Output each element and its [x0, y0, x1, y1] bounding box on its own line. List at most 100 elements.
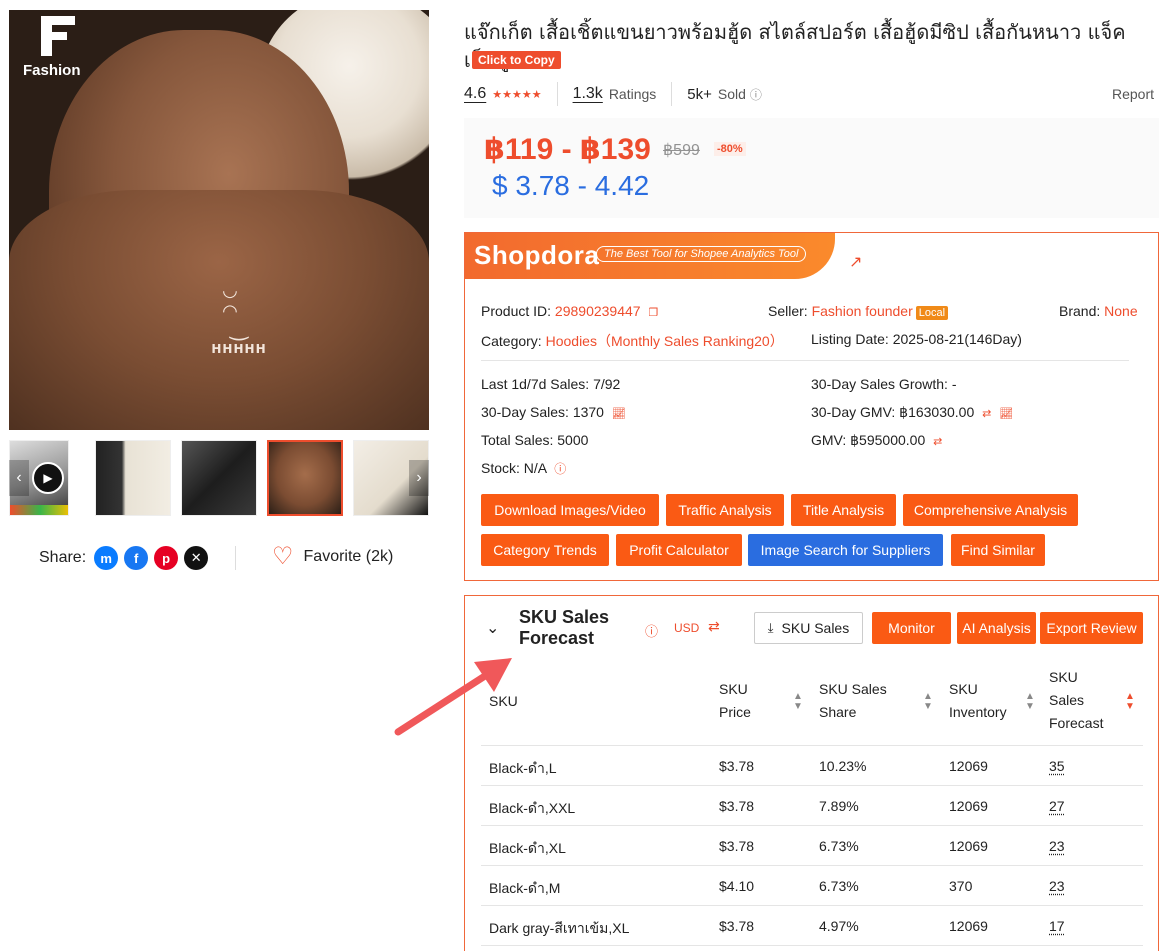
title-analysis-button[interactable]: Title Analysis — [791, 494, 896, 526]
smiley-print: ◡ ◠ ‿ HHHHH — [211, 280, 267, 356]
info-icon[interactable]: ⓘ — [554, 462, 566, 476]
original-price: ฿599 — [663, 142, 700, 159]
gmv30-stat: 30-Day GMV: ฿163030.00 ⇄ 📈︎ — [811, 404, 1014, 420]
brand-value[interactable]: None — [1104, 303, 1137, 319]
col-sku-sales-share[interactable]: SKU Sales Share — [819, 678, 887, 724]
monitor-button[interactable]: Monitor — [872, 612, 951, 644]
ratings-label: Ratings — [608, 86, 657, 102]
heart-icon: ♡ — [272, 543, 294, 570]
question-icon[interactable]: ⓘ — [750, 86, 762, 103]
table-row: Black-ดำ,L $3.78 10.23% 12069 35 — [481, 746, 1143, 786]
listing-date-value: 2025-08-21(146Day) — [892, 331, 1022, 347]
share-label: Share: — [39, 549, 87, 566]
info-icon[interactable]: ⓘ — [645, 621, 658, 640]
ai-analysis-button[interactable]: AI Analysis — [957, 612, 1036, 644]
chevron-down-icon[interactable]: ⌄ — [486, 618, 499, 638]
table-row: Dark gray-สีเทาเข้ม,XL $3.78 4.97% 12069… — [481, 906, 1143, 946]
share-divider — [235, 546, 236, 570]
report-link[interactable]: Report — [1112, 86, 1154, 102]
stock-stat: Stock: N/A ⓘ — [481, 460, 567, 476]
brand-logo-text: Fashion — [23, 62, 81, 79]
shopdora-header: Shopdora The Best Tool for Shopee Analyt… — [465, 233, 835, 279]
rating-row: 4.6 ★★★★★ 1.3k Ratings 5k+ Sold ⓘ Report — [464, 82, 1154, 106]
sku-sales-forecast-panel: ⌄ SKU Sales Forecast ⓘ USD ⇄ ⤓ SKU Sales… — [464, 595, 1159, 951]
annotation-arrow-icon — [394, 658, 512, 736]
table-row: Black-ดำ,XXL $3.78 7.89% 12069 27 — [481, 786, 1143, 826]
col-sku-inventory[interactable]: SKU Inventory — [949, 678, 1007, 724]
main-product-image[interactable]: ◡ ◠ ‿ HHHHH Fashion — [9, 10, 429, 430]
sort-icon[interactable]: ▲ ▼ — [923, 692, 933, 712]
divider — [556, 82, 558, 106]
category-trends-button[interactable]: Category Trends — [481, 534, 609, 566]
export-review-button[interactable]: Export Review — [1040, 612, 1143, 644]
sku-panel-title: SKU Sales Forecast — [519, 607, 610, 648]
external-link-icon[interactable]: ↗ — [849, 255, 865, 271]
download-images-button[interactable]: Download Images/Video — [481, 494, 659, 526]
thumbnail-image-active[interactable] — [267, 440, 343, 516]
prev-arrow-icon[interactable]: ‹ — [9, 460, 29, 496]
swap-currency-icon[interactable]: ⇄ — [708, 618, 720, 635]
product-title: แจ๊กเก็ต เสื้อเชิ้ตแขนยาวพร้อมฮู้ด สไตล์… — [464, 20, 1126, 72]
shopdora-tagline: The Best Tool for Shopee Analytics Tool — [596, 246, 807, 262]
seller-value[interactable]: Fashion founder — [812, 303, 913, 319]
listing-date-field: Listing Date: 2025-08-21(146Day) — [811, 331, 1022, 347]
x-twitter-icon[interactable]: ✕ — [184, 546, 209, 570]
sold-label: Sold — [717, 86, 746, 102]
share-row: Share: m f p ✕ — [39, 545, 209, 571]
download-icon: ⤓ — [767, 620, 774, 635]
gmv-stat: GMV: ฿595000.00 ⇄ — [811, 432, 943, 448]
col-sku-sales-forecast[interactable]: SKU Sales Forecast — [1049, 666, 1103, 735]
next-arrow-icon[interactable]: › — [409, 460, 429, 496]
thumbnail-image[interactable] — [95, 440, 171, 516]
sales30-stat: 30-Day Sales: 1370 📈︎ — [481, 404, 626, 420]
divider — [671, 82, 673, 106]
copy-icon[interactable]: ❐ — [648, 307, 658, 319]
trend-chart-icon[interactable]: 📈︎ — [999, 408, 1013, 420]
sku-sales-button[interactable]: ⤓ SKU Sales — [754, 612, 863, 644]
shopdora-panel: Shopdora The Best Tool for Shopee Analyt… — [464, 232, 1159, 581]
sort-icon[interactable]: ▲ ▼ — [1025, 692, 1035, 712]
total-sales-stat: Total Sales: 5000 — [481, 432, 589, 448]
table-row: Black-ดำ,M $4.10 6.73% 370 23 — [481, 866, 1143, 906]
col-sku-price[interactable]: SKU Price — [719, 678, 751, 724]
table-header: SKU SKU Price ▲ ▼ SKU Sales Share ▲ ▼ SKU Inv… — [481, 662, 1143, 746]
ratings-count[interactable]: 1.3k — [573, 85, 603, 103]
swap-currency-icon[interactable]: ⇄ — [933, 436, 942, 448]
category-field: Category: Hoodies（Monthly Sales Ranking2… — [481, 333, 784, 349]
rating-value[interactable]: 4.6 — [464, 85, 486, 103]
price-usd: $ 3.78 - 4.42 — [492, 170, 650, 201]
divider — [481, 360, 1129, 361]
image-search-suppliers-button[interactable]: Image Search for Suppliers — [748, 534, 943, 566]
discount-badge: -80% — [714, 142, 746, 156]
price-range: ฿119 - ฿139 — [484, 133, 651, 166]
favorite-label: Favorite (2k) — [303, 548, 394, 565]
comprehensive-analysis-button[interactable]: Comprehensive Analysis — [903, 494, 1078, 526]
favorite-button[interactable]: ♡ Favorite (2k) — [272, 545, 393, 569]
price-section: ฿119 - ฿139 ฿599 -80% $ 3.78 - 4.42 — [464, 118, 1159, 218]
product-id-value[interactable]: 29890239447 — [555, 303, 641, 319]
last-sales-stat: Last 1d/7d Sales: 7/92 — [481, 376, 621, 392]
table-row: Black-ดำ,XL $3.78 6.73% 12069 23 — [481, 826, 1143, 866]
click-to-copy-button[interactable]: Click to Copy — [472, 51, 561, 69]
seller-field: Seller: Fashion founder Local — [768, 303, 949, 320]
messenger-icon[interactable]: m — [94, 546, 119, 570]
profit-calculator-button[interactable]: Profit Calculator — [616, 534, 742, 566]
play-icon[interactable]: ▶ — [32, 462, 64, 494]
fashion-logo: Fashion — [23, 16, 93, 86]
traffic-analysis-button[interactable]: Traffic Analysis — [666, 494, 784, 526]
category-value[interactable]: Hoodies（Monthly Sales Ranking20） — [546, 333, 784, 349]
sort-icon[interactable]: ▲ ▼ — [1125, 692, 1135, 712]
product-id-field: Product ID: 29890239447 ❐ — [481, 303, 659, 319]
facebook-icon[interactable]: f — [124, 546, 149, 570]
swap-currency-icon[interactable]: ⇄ — [982, 408, 991, 420]
sort-icon[interactable]: ▲ ▼ — [793, 692, 803, 712]
trend-chart-icon[interactable]: 📈︎ — [612, 408, 626, 420]
find-similar-button[interactable]: Find Similar — [951, 534, 1045, 566]
local-badge: Local — [915, 306, 949, 320]
currency-label[interactable]: USD — [674, 621, 699, 635]
sku-table: SKU SKU Price ▲ ▼ SKU Sales Share ▲ ▼ SKU Inv… — [481, 662, 1143, 946]
star-rating-icon: ★★★★★ — [492, 88, 542, 101]
thumbnail-image[interactable] — [181, 440, 257, 516]
pinterest-icon[interactable]: p — [154, 546, 179, 570]
sold-count: 5k+ — [687, 85, 712, 103]
